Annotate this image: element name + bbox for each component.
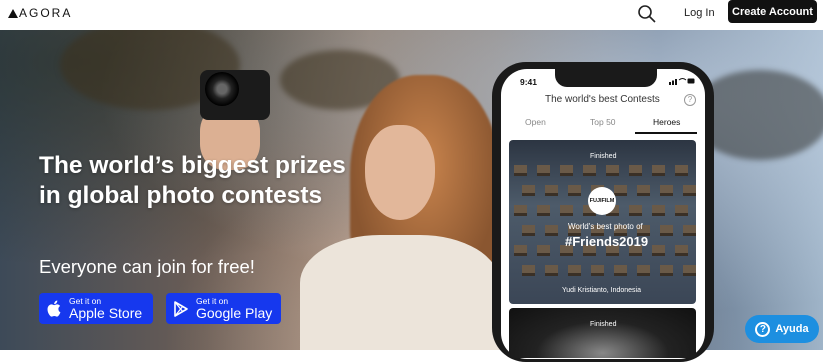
photo-block (545, 225, 558, 233)
contest-status-badge: Finished (590, 321, 617, 328)
hero-headline-line-2: in global photo contests (39, 182, 323, 209)
contest-hashtag: #Friends2019 (565, 234, 649, 249)
photo-block (537, 165, 550, 173)
photo-block (522, 265, 535, 273)
photo-block (683, 265, 696, 273)
photo-block (637, 265, 650, 273)
photo-block (568, 265, 581, 273)
fujifilm-sponsor-logo: FUJIFILM (588, 187, 616, 215)
contest-card[interactable] (509, 308, 696, 358)
camera-lens (205, 72, 239, 106)
photo-block (652, 245, 665, 253)
tab-top-50[interactable]: Top 50 (590, 117, 616, 127)
photo-block (606, 165, 619, 173)
photo-block (537, 245, 550, 253)
photo-block (637, 185, 650, 193)
agora-logo[interactable]: AGORA (8, 6, 72, 20)
photo-block (614, 185, 627, 193)
tab-heroes[interactable]: Heroes (653, 117, 680, 127)
apple-store-label: Apple Store (69, 305, 143, 321)
google-play-button[interactable]: Get it on Google Play (166, 293, 281, 324)
help-widget-button[interactable]: ? Ayuda (745, 315, 819, 343)
hero-headline: The world’s biggest prizes in global pho… (39, 151, 346, 211)
woman-face (365, 125, 435, 220)
top-navigation-bar: AGORA Log In Create Account (0, 0, 823, 30)
logo-text: AGORA (19, 6, 73, 20)
photo-block (675, 245, 688, 253)
photo-block (583, 165, 596, 173)
contest-status-badge: Finished (590, 153, 617, 160)
photo-block (629, 165, 642, 173)
woman-sweater (300, 235, 500, 350)
photo-block (675, 205, 688, 213)
google-play-text: Get it on Google Play (196, 296, 272, 321)
photo-block (652, 165, 665, 173)
photo-block (660, 225, 673, 233)
photo-block (522, 185, 535, 193)
apple-icon (39, 300, 69, 317)
play-icon (166, 300, 196, 317)
photo-block (514, 165, 527, 173)
login-link[interactable]: Log In (684, 7, 715, 19)
photo-block (629, 205, 642, 213)
apple-store-text: Get it on Apple Store (69, 296, 142, 321)
photographer-credit: Yudi Kristianto, Indonesia (562, 287, 641, 294)
help-question-icon: ? (755, 321, 771, 337)
hero-subheadline: Everyone can join for free! (39, 256, 255, 277)
photo-block (560, 205, 573, 213)
photo-block (522, 225, 535, 233)
phone-status-icons (669, 77, 695, 87)
contest-caption: World's best photo of (568, 222, 643, 231)
hero-headline-line-1: The world’s biggest prizes (39, 152, 346, 179)
photo-block (675, 165, 688, 173)
create-account-button[interactable]: Create Account (728, 0, 817, 23)
photo-block (660, 185, 673, 193)
photo-block (514, 245, 527, 253)
photo-block (614, 265, 627, 273)
photo-block (683, 185, 696, 193)
photo-block (560, 165, 573, 173)
phone-help-icon[interactable]: ? (684, 94, 696, 106)
photo-block (652, 205, 665, 213)
photo-block (537, 205, 550, 213)
phone-status-time: 9:41 (520, 77, 538, 87)
phone-notch (555, 69, 657, 87)
google-play-label: Google Play (196, 305, 273, 321)
photo-block (545, 265, 558, 273)
photo-block (683, 225, 696, 233)
phone-screen-title: The world's best Contests (545, 94, 660, 105)
tab-open[interactable]: Open (525, 117, 546, 127)
help-widget-label: Ayuda (775, 323, 809, 335)
photo-block (660, 265, 673, 273)
photo-block (514, 205, 527, 213)
photo-block (545, 185, 558, 193)
logo-triangle-icon (8, 8, 18, 18)
photo-block (591, 265, 604, 273)
active-tab-indicator (635, 132, 697, 134)
apple-store-button[interactable]: Get it on Apple Store (39, 293, 153, 324)
photo-block (568, 185, 581, 193)
search-icon[interactable] (637, 4, 657, 24)
